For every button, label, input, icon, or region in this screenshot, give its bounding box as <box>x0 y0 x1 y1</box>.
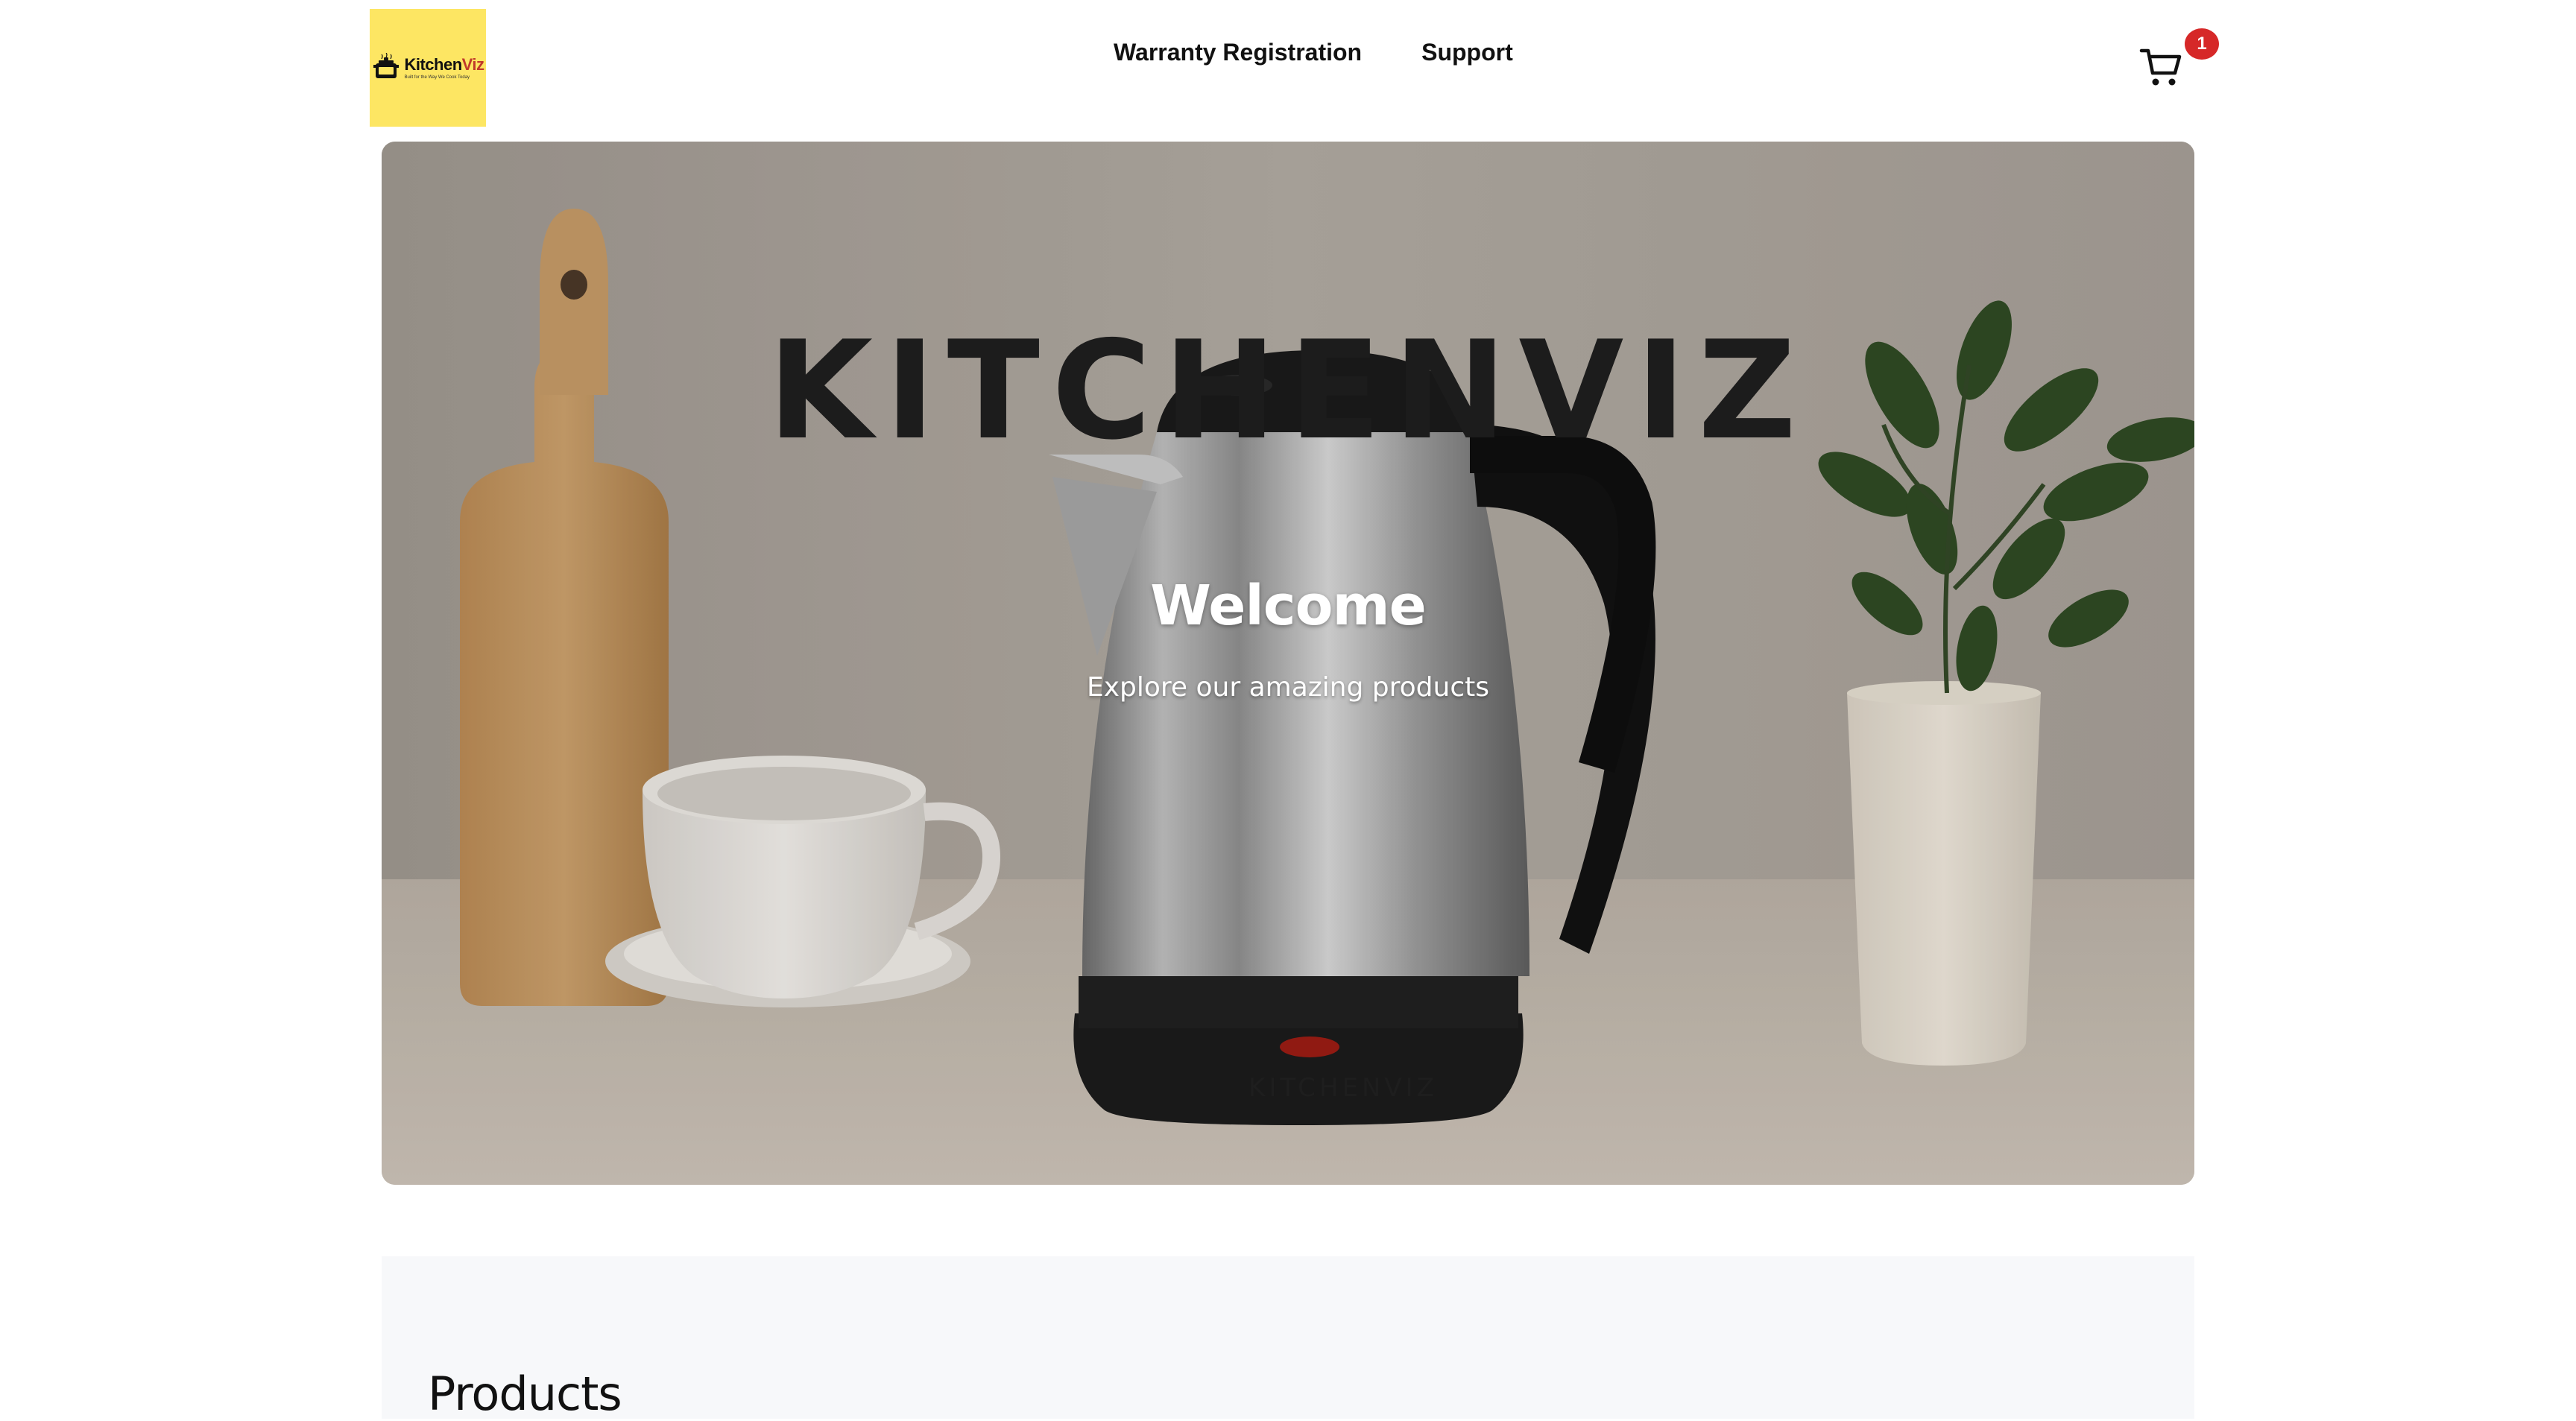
site-logo[interactable]: KitchenViz Built for the Way We Cook Tod… <box>370 9 486 127</box>
cooking-pot-icon <box>373 53 400 78</box>
hero-subtitle: Explore our amazing products <box>1086 672 1490 703</box>
products-heading: Products <box>428 1367 622 1421</box>
cart-count-badge: 1 <box>2185 28 2219 60</box>
hero-title: Welcome <box>1150 574 1427 638</box>
products-section: Products <box>382 1256 2194 1421</box>
nav-warranty-registration[interactable]: Warranty Registration <box>1114 39 1362 66</box>
hero-overlay <box>382 142 2194 1185</box>
logo-tagline: Built for the Way We Cook Today <box>404 75 470 80</box>
hero-brand-text: KITCHENVIZ <box>768 311 1808 469</box>
hero-banner: KITCHENVIZ KITCHENVIZ Welcome Explore ou… <box>382 142 2194 1185</box>
kettle-brand-label: KITCHENVIZ <box>1248 1073 1438 1103</box>
logo-wordmark: KitchenViz <box>404 54 484 74</box>
cart-icon[interactable] <box>2139 46 2182 88</box>
nav-support[interactable]: Support <box>1421 39 1513 66</box>
site-header: KitchenViz Built for the Way We Cook Tod… <box>0 0 2576 139</box>
main-nav: Warranty Registration Support <box>1114 39 1513 66</box>
